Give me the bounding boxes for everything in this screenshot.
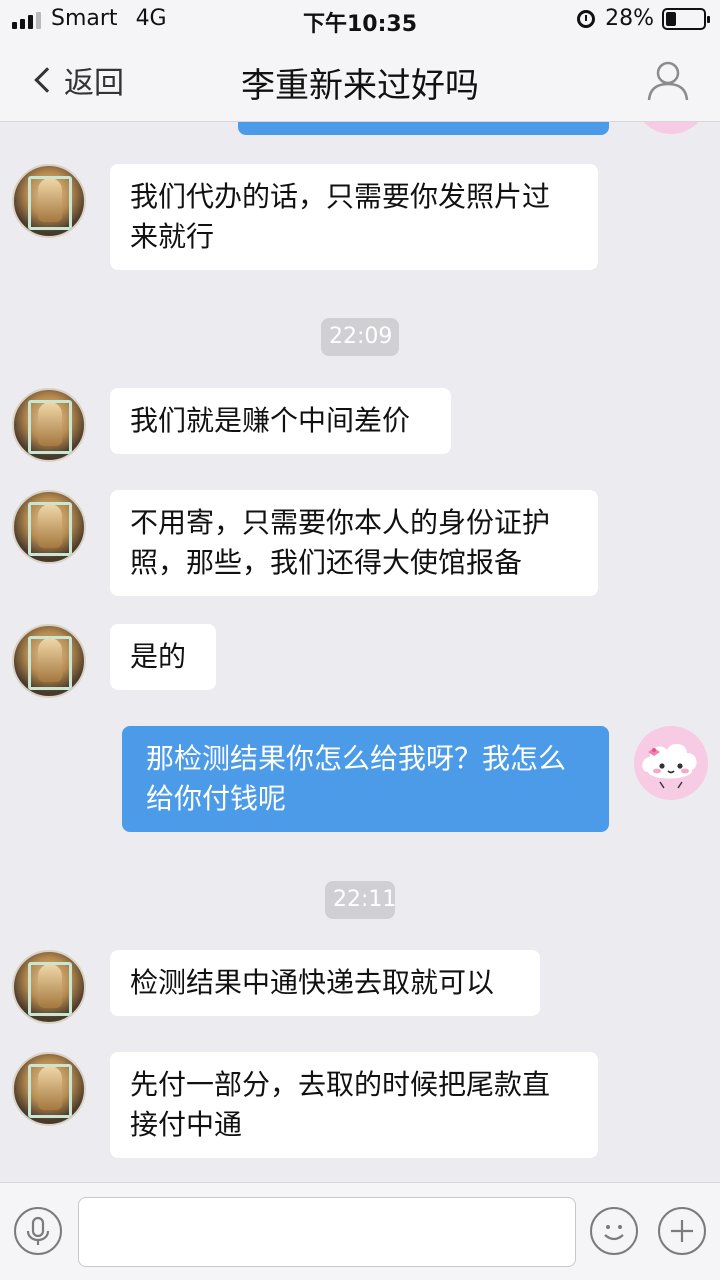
contact-avatar[interactable] (12, 1052, 86, 1126)
chevron-left-icon (34, 67, 60, 93)
message-bubble-incoming[interactable]: 我们就是赚个中间差价 (110, 388, 451, 454)
contact-avatar[interactable] (12, 164, 86, 238)
plus-icon[interactable] (658, 1207, 706, 1255)
message-bubble-incoming[interactable]: 先付一部分，去取的时候把尾款直 接付中通 (110, 1052, 598, 1158)
battery-level-fill (666, 11, 676, 26)
chat-title: 李重新来过好吗 (241, 66, 479, 106)
contact-avatar[interactable] (12, 950, 86, 1024)
user-avatar[interactable] (634, 726, 708, 800)
input-bar (0, 1182, 720, 1280)
message-input[interactable] (78, 1197, 576, 1267)
back-button[interactable]: 返回 (26, 60, 124, 101)
timestamp-divider: 22:09 (321, 318, 399, 356)
message-text-line: 我们就是赚个中间差价 (130, 404, 411, 437)
alarm-icon (577, 9, 596, 28)
message-text-line: 先付一部分，去取的时候把尾款直 (130, 1068, 551, 1101)
message-text-line: 检测结果中通快递去取就可以 (130, 966, 495, 999)
battery-percent: 28% (605, 6, 654, 31)
message-text-line: 接付中通 (130, 1108, 243, 1141)
message-text-line: 是的 (130, 640, 187, 673)
message-bubble-incoming[interactable]: 检测结果中通快递去取就可以 (110, 950, 540, 1016)
contact-avatar[interactable] (12, 490, 86, 564)
message-text-line: 不用寄，只需要你本人的身份证护 (130, 506, 551, 539)
smiley-icon[interactable] (590, 1207, 638, 1255)
contact-avatar[interactable] (12, 388, 86, 462)
timestamp-divider: 22:11 (325, 881, 396, 919)
message-bubble-incoming[interactable]: 是的 (110, 624, 216, 690)
message-text-line: 照，那些，我们还得大使馆报备 (130, 546, 523, 579)
person-icon[interactable] (646, 58, 690, 102)
message-text-line: 我们代办的话，只需要你发照片过 (130, 180, 551, 213)
chat-message-list[interactable]: 我们代办的话，只需要你发照片过 来就行 22:09 我们就是赚个中间差价 不用寄… (0, 0, 720, 1180)
navigation-bar: 返回 李重新来过好吗 (0, 40, 720, 122)
message-bubble-incoming[interactable]: 我们代办的话，只需要你发照片过 来就行 (110, 164, 598, 270)
battery-icon (662, 7, 710, 30)
message-bubble-outgoing[interactable]: 那检测结果你怎么给我呀？我怎么 给你付钱呢 (122, 726, 609, 832)
contact-avatar[interactable] (12, 624, 86, 698)
message-bubble-incoming[interactable]: 不用寄，只需要你本人的身份证护 照，那些，我们还得大使馆报备 (110, 490, 598, 596)
message-text-line: 给你付钱呢 (146, 782, 287, 815)
status-bar: Smart 4G 下午10:35 28% (0, 0, 720, 40)
back-label: 返回 (64, 66, 124, 101)
message-text-line: 来就行 (130, 220, 215, 253)
microphone-icon[interactable] (14, 1207, 62, 1255)
message-text-line: 那检测结果你怎么给我呀？我怎么 (146, 742, 567, 775)
